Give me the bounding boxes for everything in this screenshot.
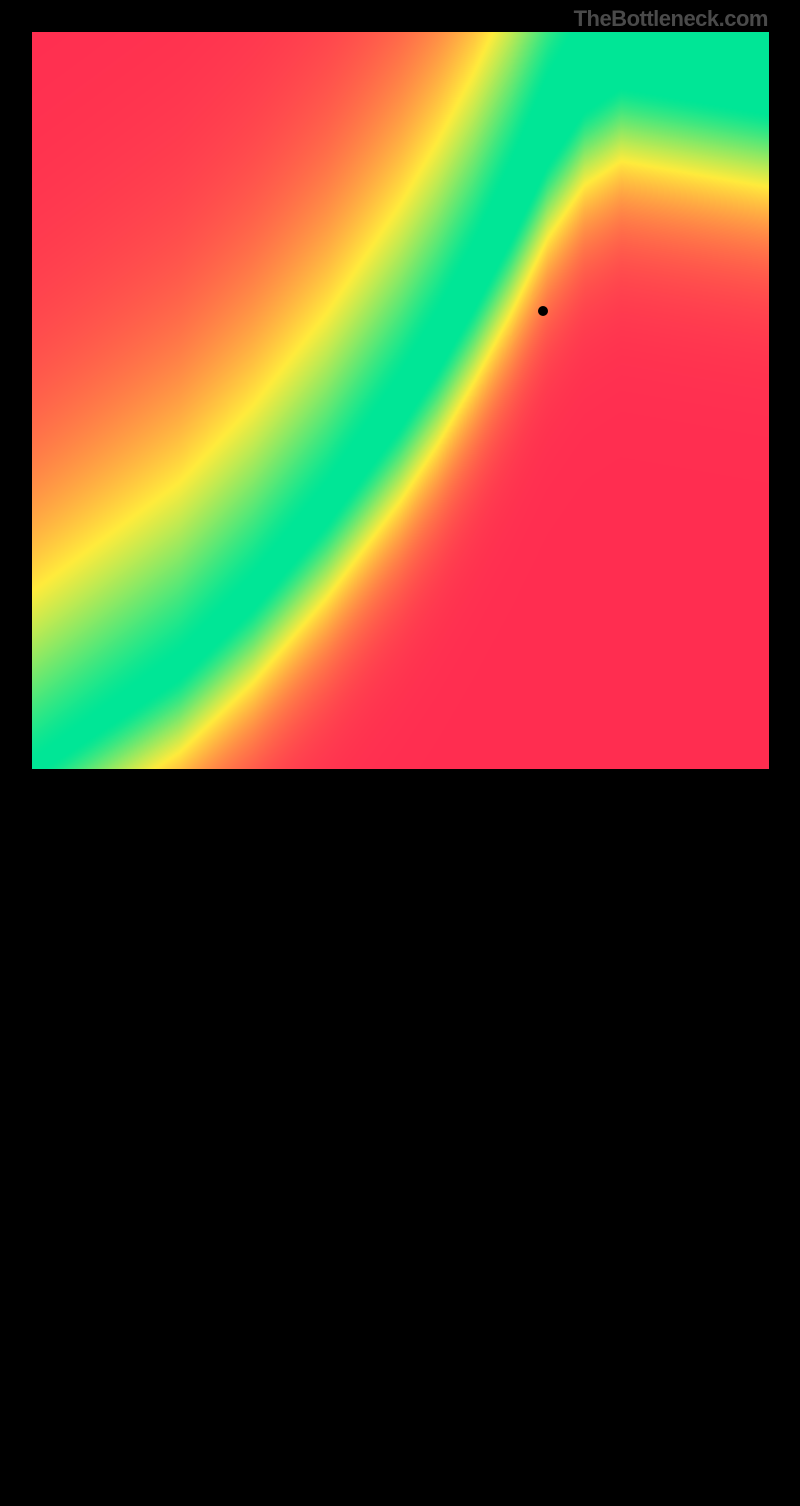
chart-frame: TheBottleneck.com [0, 0, 800, 800]
plot-area [32, 32, 769, 769]
crosshair-horizontal [32, 1048, 769, 1049]
marker-dot [538, 306, 548, 316]
heatmap-canvas [32, 32, 769, 769]
crosshair-vertical [543, 769, 544, 1506]
watermark-text: TheBottleneck.com [574, 6, 768, 32]
